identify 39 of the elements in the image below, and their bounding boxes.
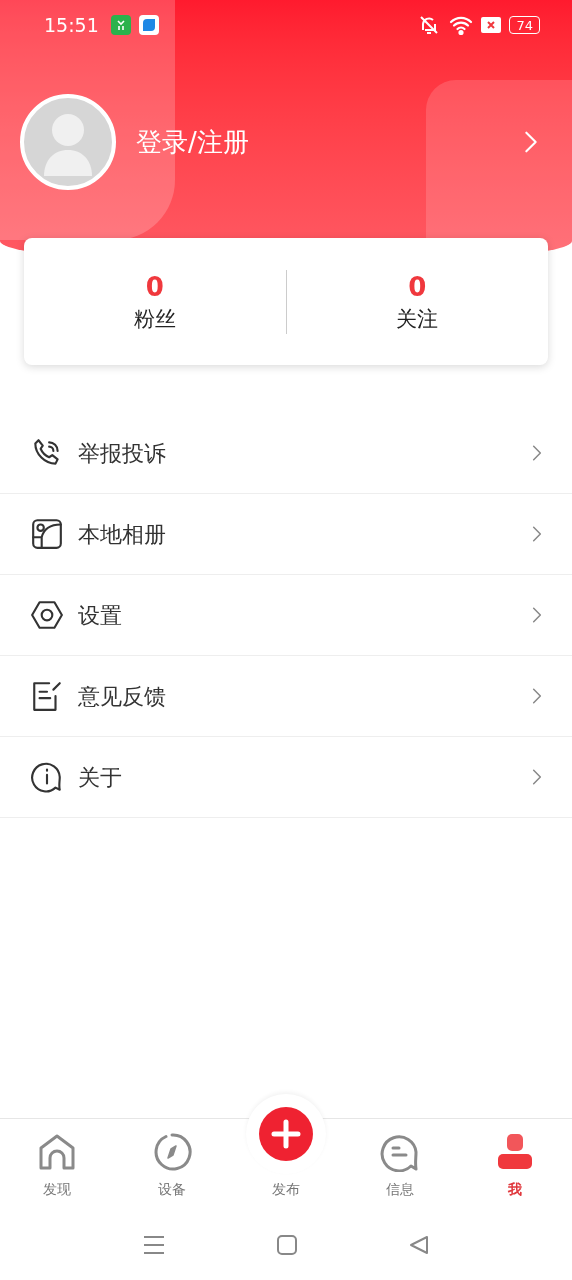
chevron-right-icon [524, 129, 538, 155]
chevron-right-icon [532, 525, 542, 543]
chevron-right-icon [532, 768, 542, 786]
menu-label: 关于 [78, 763, 122, 792]
clock-time: 15:51 [44, 12, 99, 38]
back-icon[interactable] [409, 1235, 429, 1255]
menu-label: 本地相册 [78, 520, 166, 549]
menu-row[interactable]: 关于 [0, 737, 572, 818]
stat-label[interactable]: 粉丝 [133, 303, 176, 334]
photo-icon [30, 517, 64, 551]
menu-label: 举报投诉 [78, 439, 166, 468]
app-icon [138, 15, 159, 35]
app-icon [110, 15, 131, 35]
home-button-icon[interactable] [277, 1235, 297, 1255]
avatar[interactable] [20, 94, 116, 190]
menu-icon[interactable] [143, 1235, 165, 1255]
menu-row[interactable]: 本地相册 [0, 494, 572, 575]
menu-row[interactable]: 意见反馈 [0, 656, 572, 737]
nav-tab[interactable]: 我 [457, 1119, 572, 1210]
chevron-right-icon [532, 444, 542, 462]
nav-tab[interactable]: 设备 [114, 1119, 229, 1210]
sim-error-icon [481, 17, 502, 33]
nav-tab[interactable]: 信息 [343, 1119, 458, 1210]
menu-label: 设置 [78, 601, 122, 630]
nav-tab[interactable]: 发布 [228, 1079, 344, 1210]
stat-count: 0 [145, 270, 164, 304]
home-icon [37, 1132, 78, 1172]
battery-indicator: 74 [509, 16, 540, 34]
chevron-right-icon [532, 606, 542, 624]
stat-label[interactable]: 关注 [396, 303, 439, 334]
menu-row[interactable]: 举报投诉 [0, 413, 572, 494]
chevron-right-icon [532, 687, 542, 705]
info-icon [30, 760, 64, 794]
edit-note-icon [30, 679, 64, 713]
settings-icon [30, 598, 64, 632]
stat-count: 0 [408, 270, 427, 304]
nav-tab[interactable]: 发现 [0, 1119, 115, 1210]
menu-row[interactable]: 设置 [0, 575, 572, 656]
menu-label: 意见反馈 [78, 682, 166, 711]
